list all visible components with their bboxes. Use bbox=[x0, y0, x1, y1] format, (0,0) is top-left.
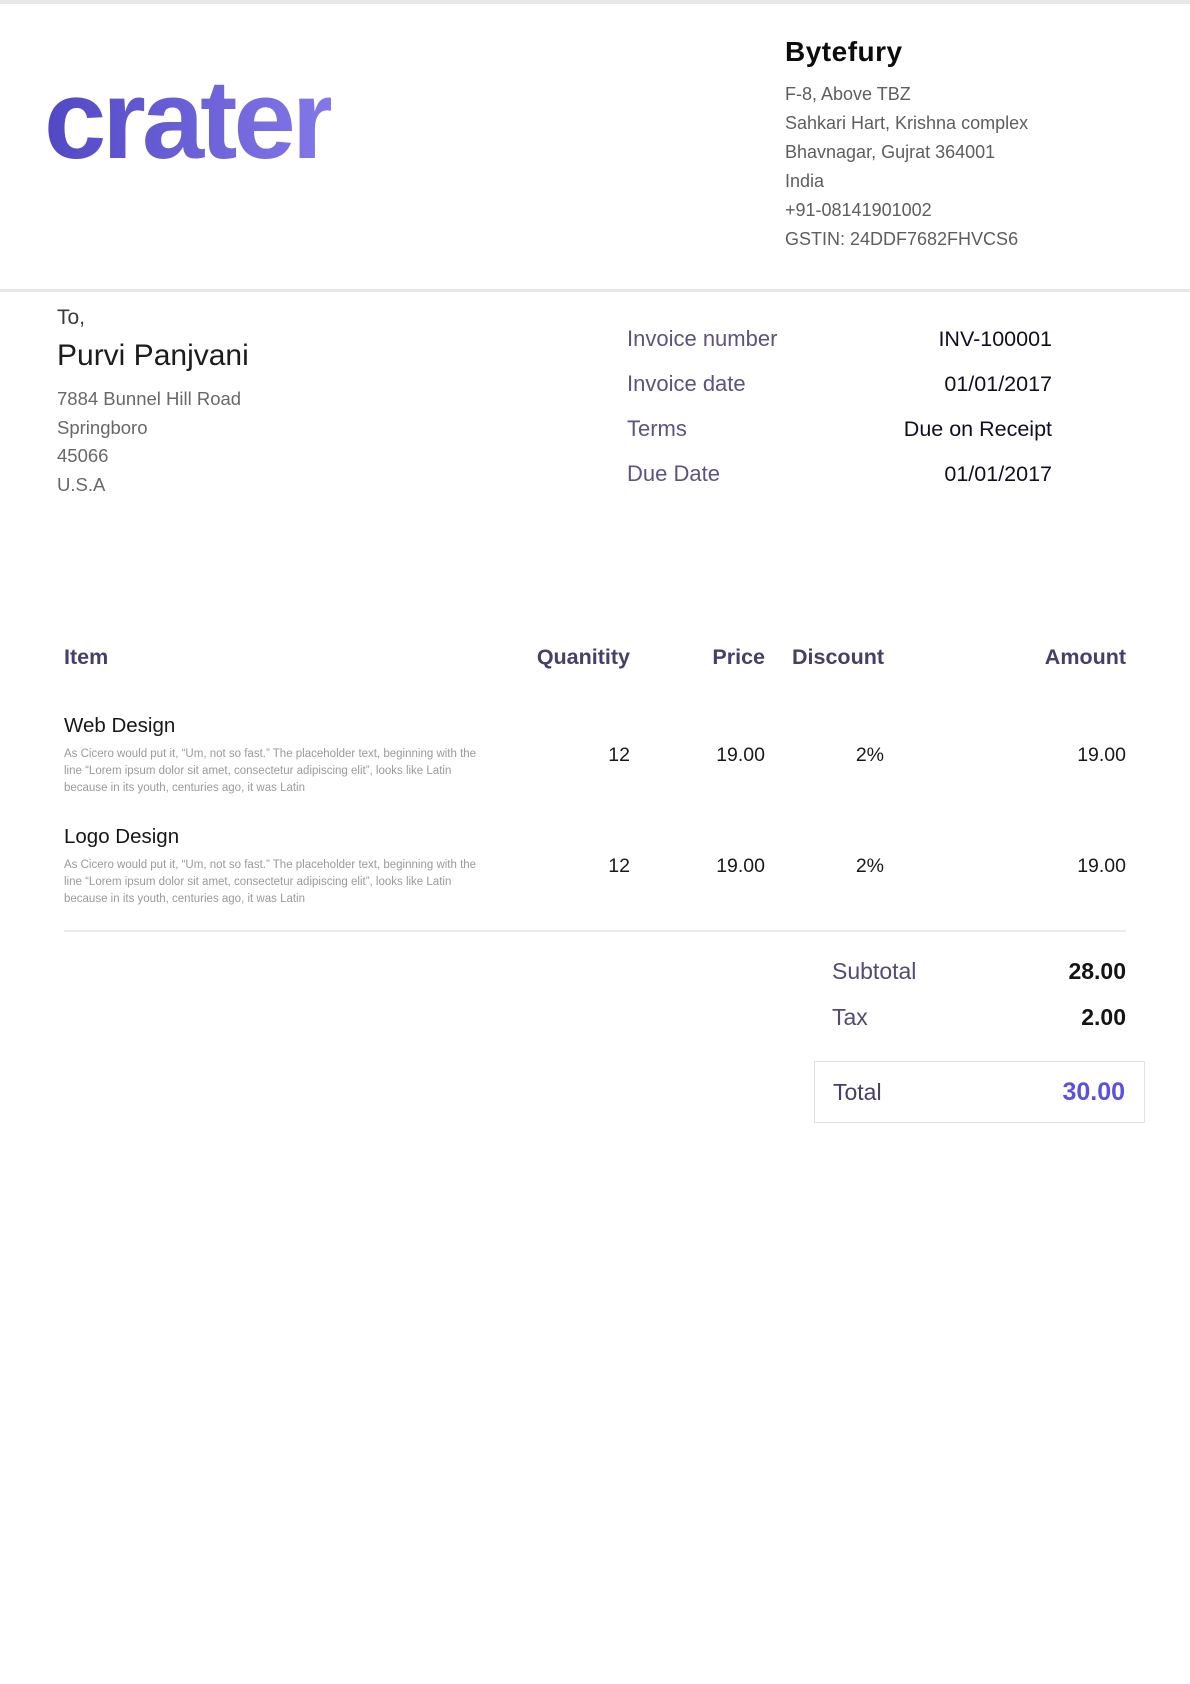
subtotal-label: Subtotal bbox=[832, 958, 916, 985]
terms-row: Terms Due on Receipt bbox=[627, 416, 1052, 442]
column-header-amount: Amount bbox=[884, 645, 1126, 670]
bill-to-label: To, bbox=[57, 306, 249, 330]
company-gstin: GSTIN: 24DDF7682FHVCS6 bbox=[785, 225, 1165, 254]
company-address-line: Sahkari Hart, Krishna complex bbox=[785, 109, 1165, 138]
item-name: Web Design bbox=[64, 714, 480, 738]
terms-value: Due on Receipt bbox=[904, 417, 1052, 442]
customer-address-line: 45066 bbox=[57, 442, 249, 471]
item-cell: Web Design As Cicero would put it, “Um, … bbox=[64, 714, 480, 797]
item-discount: 2% bbox=[765, 714, 884, 797]
company-info: Bytefury F-8, Above TBZ Sahkari Hart, Kr… bbox=[785, 36, 1165, 254]
company-address-line: F-8, Above TBZ bbox=[785, 80, 1165, 109]
subtotal-value: 28.00 bbox=[1068, 958, 1126, 985]
invoice-date-row: Invoice date 01/01/2017 bbox=[627, 371, 1052, 397]
invoice-date-label: Invoice date bbox=[627, 371, 746, 397]
due-date-value: 01/01/2017 bbox=[944, 462, 1052, 487]
invoice-header: crater Bytefury F-8, Above TBZ Sahkari H… bbox=[0, 4, 1190, 292]
tax-row: Tax 2.00 bbox=[832, 1004, 1126, 1031]
table-row: Logo Design As Cicero would put it, “Um,… bbox=[64, 825, 1126, 908]
due-date-row: Due Date 01/01/2017 bbox=[627, 461, 1052, 487]
total-box: Total 30.00 bbox=[814, 1061, 1145, 1123]
item-description: As Cicero would put it, “Um, not so fast… bbox=[64, 746, 480, 797]
company-address-line: India bbox=[785, 167, 1165, 196]
invoice-number-value: INV-100001 bbox=[938, 327, 1052, 352]
total-label: Total bbox=[833, 1079, 882, 1106]
bill-to-section: To, Purvi Panjvani 7884 Bunnel Hill Road… bbox=[57, 306, 249, 499]
items-table-header: Item Quanitity Price Discount Amount bbox=[64, 645, 1126, 670]
tax-value: 2.00 bbox=[1081, 1004, 1126, 1031]
company-address-line: Bhavnagar, Gujrat 364001 bbox=[785, 138, 1165, 167]
totals-section: Subtotal 28.00 Tax 2.00 Total 30.00 bbox=[832, 958, 1126, 1123]
customer-address-line: 7884 Bunnel Hill Road bbox=[57, 385, 249, 414]
customer-address-line: U.S.A bbox=[57, 471, 249, 500]
subtotal-row: Subtotal 28.00 bbox=[832, 958, 1126, 985]
invoice-number-label: Invoice number bbox=[627, 326, 777, 352]
item-quantity: 12 bbox=[480, 714, 630, 797]
item-name: Logo Design bbox=[64, 825, 480, 849]
terms-label: Terms bbox=[627, 416, 687, 442]
invoice-page: crater Bytefury F-8, Above TBZ Sahkari H… bbox=[0, 0, 1190, 1684]
item-amount: 19.00 bbox=[884, 825, 1126, 908]
column-header-price: Price bbox=[630, 645, 765, 670]
total-value: 30.00 bbox=[1062, 1078, 1125, 1107]
item-description: As Cicero would put it, “Um, not so fast… bbox=[64, 857, 480, 908]
item-price: 19.00 bbox=[630, 825, 765, 908]
column-header-item: Item bbox=[64, 645, 480, 670]
invoice-meta: Invoice number INV-100001 Invoice date 0… bbox=[627, 326, 1052, 506]
crater-logo: crater bbox=[44, 64, 331, 176]
table-row: Web Design As Cicero would put it, “Um, … bbox=[64, 714, 1126, 797]
column-header-quantity: Quanitity bbox=[480, 645, 630, 670]
item-amount: 19.00 bbox=[884, 714, 1126, 797]
company-phone: +91-08141901002 bbox=[785, 196, 1165, 225]
invoice-date-value: 01/01/2017 bbox=[944, 372, 1052, 397]
table-divider bbox=[64, 930, 1126, 932]
items-table: Item Quanitity Price Discount Amount Web… bbox=[64, 645, 1126, 932]
item-quantity: 12 bbox=[480, 825, 630, 908]
customer-name: Purvi Panjvani bbox=[57, 339, 249, 373]
item-cell: Logo Design As Cicero would put it, “Um,… bbox=[64, 825, 480, 908]
item-price: 19.00 bbox=[630, 714, 765, 797]
invoice-number-row: Invoice number INV-100001 bbox=[627, 326, 1052, 352]
customer-address-line: Springboro bbox=[57, 414, 249, 443]
company-name: Bytefury bbox=[785, 36, 1165, 68]
column-header-discount: Discount bbox=[765, 645, 884, 670]
item-discount: 2% bbox=[765, 825, 884, 908]
tax-label: Tax bbox=[832, 1004, 868, 1031]
due-date-label: Due Date bbox=[627, 461, 720, 487]
customer-address: 7884 Bunnel Hill Road Springboro 45066 U… bbox=[57, 385, 249, 499]
